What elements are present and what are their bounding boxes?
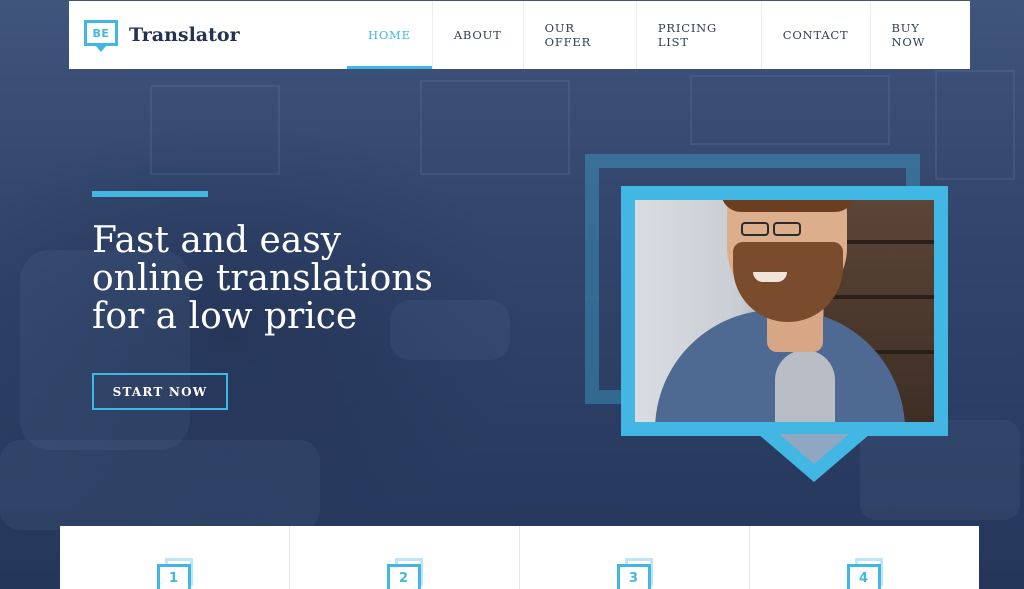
nav-item-buy-now[interactable]: BUY NOW: [869, 1, 970, 69]
step-card: 1: [60, 526, 289, 589]
brand-logo[interactable]: BE Translator: [84, 20, 240, 52]
hero-headline: Fast and easy online translations for a …: [92, 222, 522, 336]
steps-section: 1 2 3 4: [60, 526, 979, 589]
step-card: 2: [289, 526, 519, 589]
headline-line: online translations: [92, 258, 433, 299]
speech-bubble-logo-icon: BE: [84, 20, 118, 52]
step-number: 1: [156, 564, 191, 589]
headline-accent-bar: [92, 191, 208, 197]
step-badge-icon: 1: [156, 558, 193, 589]
photo-frame: [621, 186, 948, 436]
step-card: 4: [749, 526, 979, 589]
nav-item-about[interactable]: ABOUT: [431, 1, 523, 69]
step-number: 4: [846, 564, 881, 589]
backdrop-window: [935, 70, 1015, 180]
logo-badge-text: BE: [92, 26, 110, 40]
nav-item-home[interactable]: HOME: [347, 1, 432, 69]
step-card: 3: [519, 526, 749, 589]
nav-item-our-offer[interactable]: OUR OFFER: [522, 1, 636, 69]
nav-item-pricing-list[interactable]: PRICING LIST: [635, 1, 761, 69]
headline-line: for a low price: [92, 296, 358, 337]
backdrop-window: [150, 85, 280, 175]
main-nav: HOME ABOUT OUR OFFER PRICING LIST CONTAC…: [347, 1, 970, 69]
step-number: 3: [616, 564, 651, 589]
brand-name: Translator: [129, 24, 240, 46]
hero-section: BE Translator HOME ABOUT OUR OFFER PRICI…: [0, 0, 1024, 589]
step-badge-icon: 4: [846, 558, 883, 589]
photo-frame-tail-inner: [779, 434, 849, 464]
top-navbar: BE Translator HOME ABOUT OUR OFFER PRICI…: [69, 1, 970, 69]
step-badge-icon: 2: [386, 558, 423, 589]
step-badge-icon: 3: [616, 558, 653, 589]
nav-item-contact[interactable]: CONTACT: [760, 1, 870, 69]
backdrop-window: [690, 75, 890, 145]
start-now-button[interactable]: START NOW: [92, 373, 228, 410]
backdrop-furniture: [0, 440, 320, 530]
backdrop-window: [420, 80, 570, 175]
step-number: 2: [386, 564, 421, 589]
headline-line: Fast and easy: [92, 220, 342, 261]
